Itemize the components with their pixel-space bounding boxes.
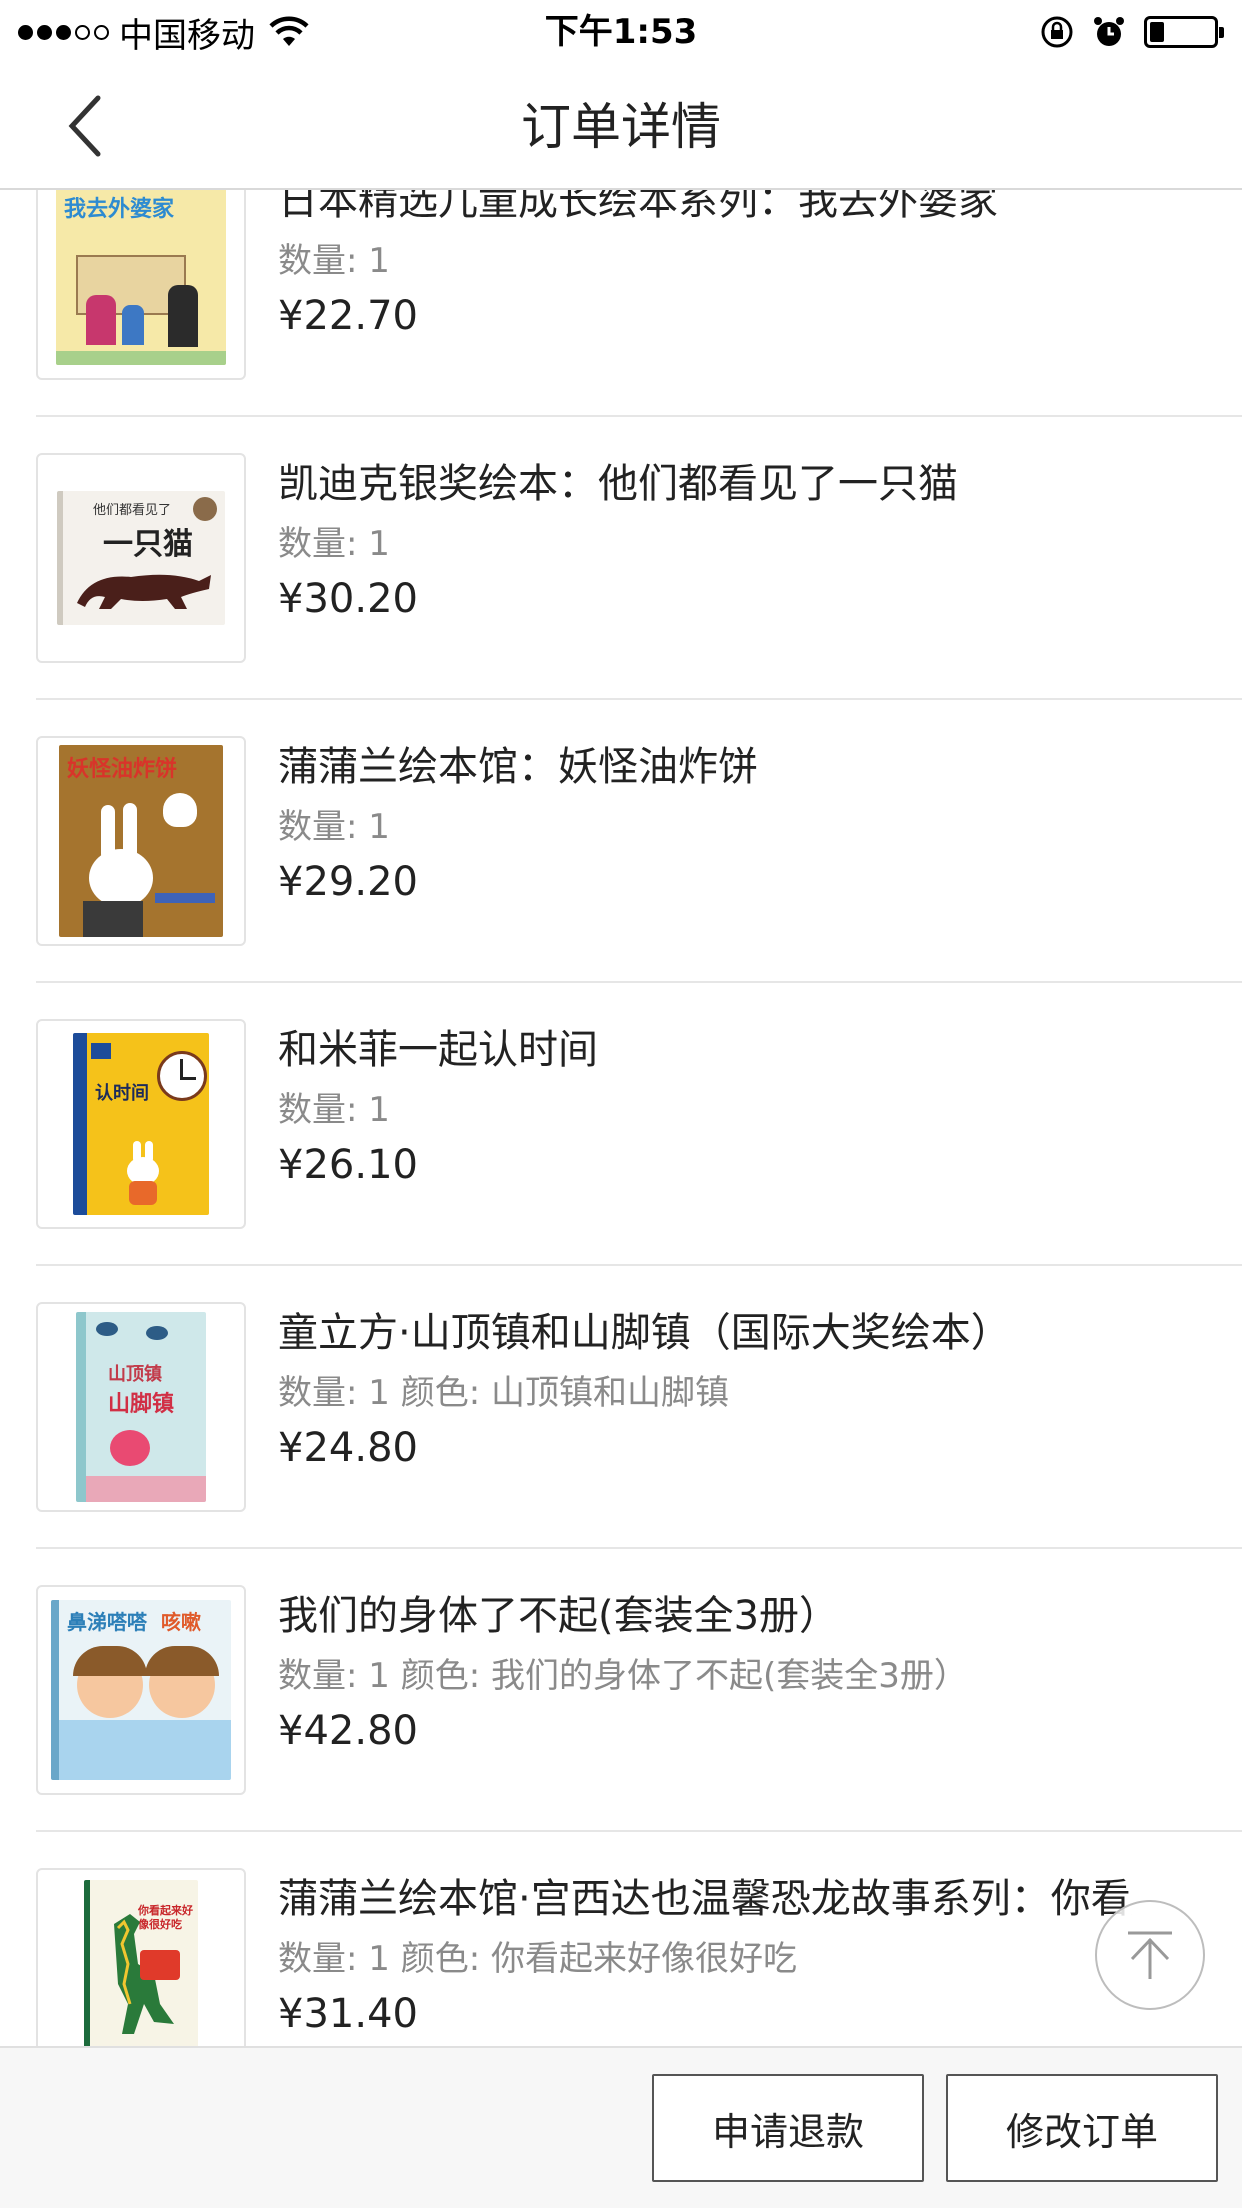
modify-order-button[interactable]: 修改订单 [946,2074,1218,2182]
list-item[interactable]: 鼻涕嗒嗒 咳嗽 我们的身体了不起(套装全3册） 数量: 1 颜色: 我们的身体了… [36,1549,1242,1832]
list-item[interactable]: 认时间 和米菲一起认时间 数量: 1 ¥26.10 [36,983,1242,1266]
page-title: 订单详情 [521,98,721,156]
back-to-top-button[interactable] [1095,1900,1205,2010]
product-title[interactable]: 我们的身体了不起(套装全3册） [278,1583,1132,1641]
product-thumbnail[interactable]: 认时间 [36,1019,246,1229]
list-item[interactable]: 妖怪油炸饼 蒲蒲兰绘本馆：妖怪油炸饼 数量: 1 ¥29.20 [36,700,1242,983]
cover-title: 山脚镇 [108,1392,175,1417]
product-title[interactable]: 童立方·山顶镇和山脚镇（国际大奖绘本） [278,1300,1132,1358]
product-price: ¥42.80 [278,1708,418,1754]
product-price: ¥22.70 [278,293,418,339]
product-title[interactable]: 蒲蒲兰绘本馆：妖怪油炸饼 [278,734,1132,792]
cover-title: 认时间 [95,1083,149,1104]
product-price: ¥29.20 [278,859,418,905]
product-quantity: 数量: 1 颜色: 我们的身体了不起(套装全3册） [278,1656,968,1696]
product-thumbnail[interactable]: 我去外婆家 [36,190,246,380]
status-bar: 中国移动 下午1:53 [0,0,1242,64]
list-item[interactable]: 我去外婆家 日本精选儿童成长绘本系列：我去外婆家 数量: 1 ¥22.70 [36,190,1242,417]
bottom-action-bar: 申请退款 修改订单 [0,2046,1242,2208]
product-price: ¥24.80 [278,1425,418,1471]
cover-title: 妖怪油炸饼 [67,757,178,782]
product-title[interactable]: 凯迪克银奖绘本：他们都看见了一只猫 [278,451,1132,509]
orientation-lock-icon [1041,16,1073,48]
product-quantity: 数量: 1 [278,241,390,281]
product-title[interactable]: 和米菲一起认时间 [278,1017,1132,1075]
product-price: ¥30.20 [278,576,418,622]
cover-title: 一只猫 [103,527,193,562]
apply-refund-button[interactable]: 申请退款 [652,2074,924,2182]
product-title[interactable]: 蒲蒲兰绘本馆·宫西达也温馨恐龙故事系列：你看起来好像很好吃 [278,1866,1132,1924]
product-quantity: 数量: 1 颜色: 山顶镇和山脚镇 [278,1373,729,1413]
cover-title: 我去外婆家 [64,197,175,222]
product-quantity: 数量: 1 [278,807,390,847]
product-thumbnail[interactable]: 你看起来好像很好吃 [36,1868,246,2046]
nav-bar: 订单详情 [0,64,1242,190]
list-item[interactable]: 山顶镇 山脚镇 童立方·山顶镇和山脚镇（国际大奖绘本） 数量: 1 颜色: 山顶… [36,1266,1242,1549]
product-thumbnail[interactable]: 鼻涕嗒嗒 咳嗽 [36,1585,246,1795]
product-thumbnail[interactable]: 他们都看见了 一只猫 [36,453,246,663]
order-item-list[interactable]: 我去外婆家 日本精选儿童成长绘本系列：我去外婆家 数量: 1 ¥22.70 他们… [0,190,1242,2046]
product-quantity: 数量: 1 [278,524,390,564]
status-right [1040,10,1224,54]
list-item[interactable]: 他们都看见了 一只猫 凯迪克银奖绘本：他们都看见了一只猫 数量: 1 ¥30.2… [36,417,1242,700]
list-item[interactable]: 你看起来好像很好吃 蒲蒲兰绘本馆·宫西达也温馨恐龙故事系列：你看起来好像很好吃 … [36,1832,1242,2046]
product-thumbnail[interactable]: 妖怪油炸饼 [36,736,246,946]
product-price: ¥31.40 [278,1991,418,2037]
product-quantity: 数量: 1 [278,1090,390,1130]
arrow-up-icon[interactable] [1122,1927,1178,1983]
product-thumbnail[interactable]: 山顶镇 山脚镇 [36,1302,246,1512]
alarm-icon [1094,17,1124,46]
product-quantity: 数量: 1 颜色: 你看起来好像很好吃 [278,1939,797,1979]
product-title[interactable]: 日本精选儿童成长绘本系列：我去外婆家 [278,190,1132,226]
battery-icon [1144,16,1224,48]
cover-title: 鼻涕嗒嗒 [67,1610,147,1634]
product-price: ¥26.10 [278,1142,418,1188]
